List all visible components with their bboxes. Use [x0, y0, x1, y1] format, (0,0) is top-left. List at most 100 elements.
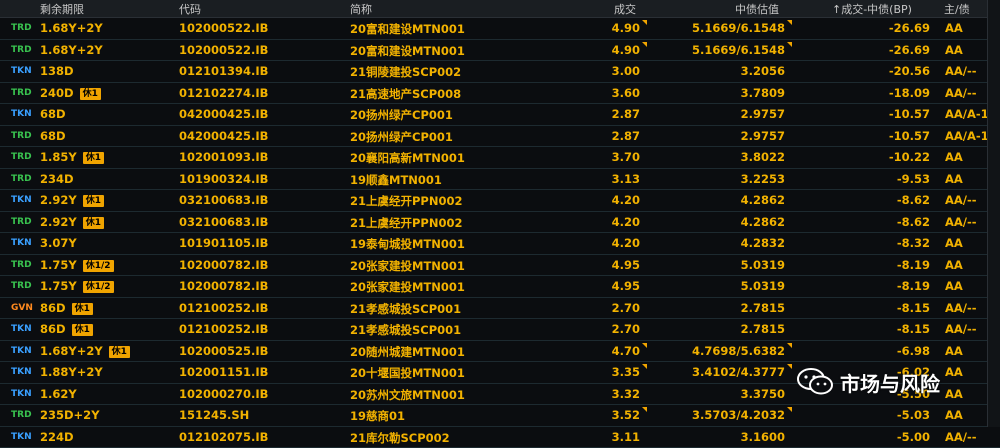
table-row[interactable]: TRD235D+2Y151245.SH19慈商013.523.5703/4.20… [0, 405, 1000, 427]
bond-name[interactable]: 21上虞经开PPN002 [350, 193, 463, 209]
bond-code[interactable]: 102001151.IB [179, 365, 268, 379]
spread-bp: -10.57 [860, 107, 930, 121]
bond-name[interactable]: 21高速地产SCP008 [350, 86, 461, 102]
bond-code[interactable]: 102000525.IB [179, 344, 268, 358]
rating: AA [945, 387, 963, 401]
bond-code[interactable]: 102000270.IB [179, 387, 268, 401]
term-cell: 86D休1 [40, 301, 93, 315]
term-cell: 1.68Y+2Y [40, 43, 103, 57]
bond-name[interactable]: 20扬州绿产CP001 [350, 129, 453, 145]
bond-code[interactable]: 102000522.IB [179, 21, 268, 35]
col-code-header[interactable]: 代码 [179, 1, 201, 17]
table-row[interactable]: TKN68D042000425.IB20扬州绿产CP0012.872.9757-… [0, 104, 1000, 126]
valuation-yield: 2.7815 [680, 301, 785, 315]
deal-yield: 2.70 [580, 322, 640, 336]
deal-yield: 4.20 [580, 193, 640, 207]
bond-name[interactable]: 21铜陵建投SCP002 [350, 64, 461, 80]
bond-code[interactable]: 151245.SH [179, 408, 249, 422]
bond-name[interactable]: 21库尔勒SCP002 [350, 430, 450, 446]
table-row[interactable]: TKN224D012102075.IB21库尔勒SCP0023.113.1600… [0, 427, 1000, 448]
holiday-badge: 休1 [83, 152, 104, 164]
rating: AA/-- [945, 215, 977, 229]
table-row[interactable]: TKN138D012101394.IB21铜陵建投SCP0023.003.205… [0, 61, 1000, 83]
table-row[interactable]: TRD2.92Y休1032100683.IB21上虞经开PPN0024.204.… [0, 212, 1000, 234]
bond-code[interactable]: 032100683.IB [179, 193, 268, 207]
valuation-yield: 2.9757 [680, 107, 785, 121]
quote-type: TKN [11, 432, 32, 442]
bond-code[interactable]: 102000522.IB [179, 43, 268, 57]
term-cell: 1.68Y+2Y休1 [40, 344, 130, 358]
bond-code[interactable]: 102001093.IB [179, 150, 268, 164]
bond-name[interactable]: 20襄阳高新MTN001 [350, 150, 465, 166]
table-row[interactable]: GVN86D休1012100252.IB21孝感城投SCP0012.702.78… [0, 298, 1000, 320]
bond-name[interactable]: 21孝感城投SCP001 [350, 301, 461, 317]
bond-name[interactable]: 19泰甸城投MTN001 [350, 236, 465, 252]
table-row[interactable]: TKN86D休1012100252.IB21孝感城投SCP0012.702.78… [0, 319, 1000, 341]
bond-code[interactable]: 042000425.IB [179, 107, 268, 121]
table-row[interactable]: TRD1.85Y休1102001093.IB20襄阳高新MTN0013.703.… [0, 147, 1000, 169]
bond-name[interactable]: 20张家建投MTN001 [350, 258, 465, 274]
table-row[interactable]: TRD1.68Y+2Y102000522.IB20富和建设MTN0014.905… [0, 40, 1000, 62]
bond-name[interactable]: 20随州城建MTN001 [350, 344, 465, 360]
bond-code[interactable]: 102000782.IB [179, 258, 268, 272]
holiday-badge: 休1 [83, 195, 104, 207]
flag-marker [787, 407, 792, 412]
col-name-header[interactable]: 简称 [350, 1, 372, 17]
quote-type: TRD [11, 410, 32, 420]
col-deal-header[interactable]: 成交 [614, 1, 636, 17]
table-row[interactable]: TRD68D042000425.IB20扬州绿产CP0012.872.9757-… [0, 126, 1000, 148]
col-est-header[interactable]: 中债估值 [735, 1, 779, 17]
table-row[interactable]: TKN1.68Y+2Y休1102000525.IB20随州城建MTN0014.7… [0, 341, 1000, 363]
table-row[interactable]: TRD1.75Y休1/2102000782.IB20张家建投MTN0014.95… [0, 276, 1000, 298]
bond-code[interactable]: 012102274.IB [179, 86, 268, 100]
deal-yield: 3.35 [580, 365, 640, 379]
table-row[interactable]: TRD240D休1012102274.IB21高速地产SCP0083.603.7… [0, 83, 1000, 105]
rating: AA/-- [945, 322, 977, 336]
quote-type: TKN [11, 367, 32, 377]
table-row[interactable]: TRD234D101900324.IB19顺鑫MTN0013.133.2253-… [0, 169, 1000, 191]
rating: AA [945, 236, 963, 250]
rating: AA [945, 150, 963, 164]
bond-name[interactable]: 19顺鑫MTN001 [350, 172, 442, 188]
term-value: 235D+2Y [40, 408, 100, 422]
bond-code[interactable]: 012100252.IB [179, 322, 268, 336]
quote-type: TKN [11, 324, 32, 334]
bond-name[interactable]: 20十堰国投MTN001 [350, 365, 465, 381]
bond-code[interactable]: 012102075.IB [179, 430, 268, 444]
bond-code[interactable]: 101900324.IB [179, 172, 268, 186]
bond-code[interactable]: 032100683.IB [179, 215, 268, 229]
term-value: 1.62Y [40, 387, 77, 401]
vertical-scrollbar[interactable] [987, 0, 1000, 427]
bond-name[interactable]: 19慈商01 [350, 408, 405, 424]
bond-name[interactable]: 21孝感城投SCP001 [350, 322, 461, 338]
holiday-badge: 休1 [72, 303, 93, 315]
term-cell: 138D [40, 64, 74, 78]
quote-type: GVN [11, 303, 33, 313]
valuation-yield: 3.2056 [680, 64, 785, 78]
bond-code[interactable]: 012101394.IB [179, 64, 268, 78]
table-row[interactable]: TKN3.07Y101901105.IB19泰甸城投MTN0014.204.28… [0, 233, 1000, 255]
deal-yield: 3.11 [580, 430, 640, 444]
bond-code[interactable]: 012100252.IB [179, 301, 268, 315]
bond-code[interactable]: 042000425.IB [179, 129, 268, 143]
valuation-yield: 5.0319 [680, 258, 785, 272]
deal-yield: 4.20 [580, 215, 640, 229]
valuation-yield: 3.8022 [680, 150, 785, 164]
bond-name[interactable]: 20扬州绿产CP001 [350, 107, 453, 123]
bond-name[interactable]: 20富和建设MTN001 [350, 21, 465, 37]
table-row[interactable]: TKN2.92Y休1032100683.IB21上虞经开PPN0024.204.… [0, 190, 1000, 212]
bond-code[interactable]: 101901105.IB [179, 236, 268, 250]
bond-code[interactable]: 102000782.IB [179, 279, 268, 293]
spread-bp: -18.09 [860, 86, 930, 100]
spread-bp: -8.19 [860, 279, 930, 293]
bond-name[interactable]: 20苏州文旅MTN001 [350, 387, 465, 403]
col-spread-header[interactable]: ↑成交-中债(BP) [832, 1, 912, 17]
bond-name[interactable]: 20富和建设MTN001 [350, 43, 465, 59]
bond-name[interactable]: 20张家建投MTN001 [350, 279, 465, 295]
bond-name[interactable]: 21上虞经开PPN002 [350, 215, 463, 231]
deal-yield: 4.95 [580, 258, 640, 272]
table-row[interactable]: TRD1.75Y休1/2102000782.IB20张家建投MTN0014.95… [0, 255, 1000, 277]
table-row[interactable]: TRD1.68Y+2Y102000522.IB20富和建设MTN0014.905… [0, 18, 1000, 40]
col-rating-header[interactable]: 主/债 [944, 1, 970, 17]
col-term-header[interactable]: 剩余期限 [40, 1, 84, 17]
